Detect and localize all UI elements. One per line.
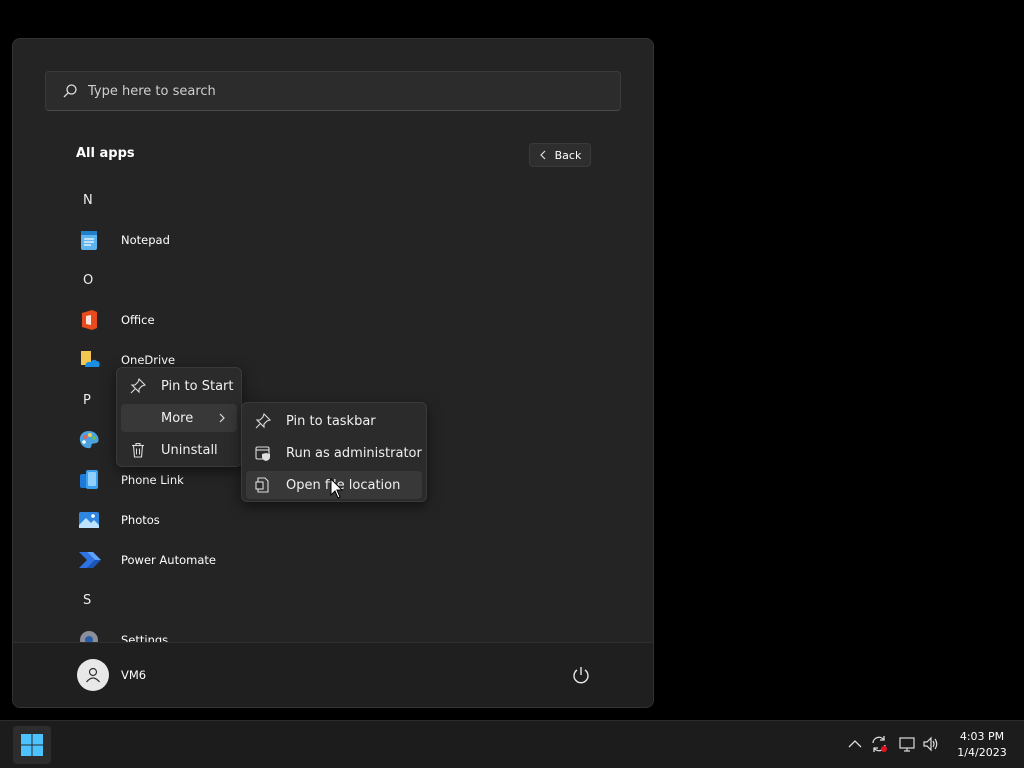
sync-alert-icon[interactable] [870, 735, 888, 753]
menu-item-run-as-administrator[interactable]: Run as administrator [246, 439, 422, 467]
menu-item-pin-to-taskbar[interactable]: Pin to taskbar [246, 407, 422, 435]
taskbar-clock[interactable]: 4:03 PM 1/4/2023 [950, 729, 1014, 761]
chevron-up-icon[interactable] [846, 735, 864, 753]
all-apps-title: All apps [76, 146, 135, 161]
trash-icon [132, 442, 144, 458]
back-button[interactable]: Back [529, 143, 591, 167]
search-box[interactable]: Type here to search [45, 71, 621, 111]
clock-time: 4:03 PM [959, 730, 1005, 743]
group-letter-o[interactable]: O [83, 273, 93, 288]
app-item-office[interactable]: Office [77, 304, 377, 336]
app-item-photos[interactable]: Photos [77, 504, 377, 536]
start-button[interactable] [13, 726, 51, 764]
menu-item-label: More [161, 410, 194, 426]
start-footer: VM6 [13, 642, 653, 707]
search-placeholder[interactable]: Type here to search [88, 84, 216, 99]
search-icon [63, 84, 77, 98]
app-label: Office [121, 313, 155, 327]
menu-item-label: Pin to Start [161, 378, 234, 394]
pin-icon [255, 412, 272, 429]
volume-icon[interactable] [922, 735, 940, 753]
clock-date: 1/4/2023 [957, 746, 1007, 759]
person-icon [86, 667, 100, 683]
windows-logo-icon [21, 734, 43, 756]
pin-icon [130, 377, 147, 394]
app-label: Notepad [121, 233, 170, 247]
menu-item-label: Pin to taskbar [286, 413, 376, 429]
menu-item-label: Uninstall [161, 442, 218, 458]
taskbar: 4:03 PM 1/4/2023 [0, 720, 1024, 768]
group-letter-p[interactable]: P [83, 393, 91, 408]
start-menu: Type here to search All apps Back N Note… [12, 38, 654, 708]
menu-item-pin-to-start[interactable]: Pin to Start [121, 372, 237, 400]
user-avatar[interactable] [77, 659, 109, 691]
app-item-power-automate[interactable]: Power Automate [77, 544, 377, 576]
app-label: Photos [121, 513, 160, 527]
app-item-notepad[interactable]: Notepad [77, 224, 377, 256]
app-label: Phone Link [121, 473, 184, 487]
file-location-icon [255, 477, 269, 493]
menu-item-uninstall[interactable]: Uninstall [121, 436, 237, 464]
user-name[interactable]: VM6 [121, 668, 146, 682]
phone-link-icon [80, 470, 98, 489]
app-context-menu: Pin to Start More Uninstall [116, 367, 242, 467]
power-icon[interactable] [571, 665, 591, 685]
onedrive-icon [81, 351, 100, 367]
group-letter-s[interactable]: S [83, 593, 91, 608]
app-label: OneDrive [121, 353, 176, 367]
photos-icon [79, 512, 99, 528]
power-automate-icon [79, 552, 101, 568]
menu-item-more[interactable]: More [121, 404, 237, 432]
shield-window-icon [255, 446, 270, 461]
app-label: Power Automate [121, 553, 216, 567]
chevron-left-icon [539, 150, 546, 160]
paint-icon [79, 431, 99, 449]
chevron-right-icon [219, 413, 225, 423]
group-letter-n[interactable]: N [83, 193, 93, 208]
back-label: Back [554, 148, 582, 162]
office-icon [82, 310, 97, 330]
network-icon[interactable] [898, 735, 916, 753]
menu-item-label: Run as administrator [286, 445, 422, 461]
mouse-pointer-icon [330, 478, 344, 499]
notepad-icon [81, 231, 97, 250]
